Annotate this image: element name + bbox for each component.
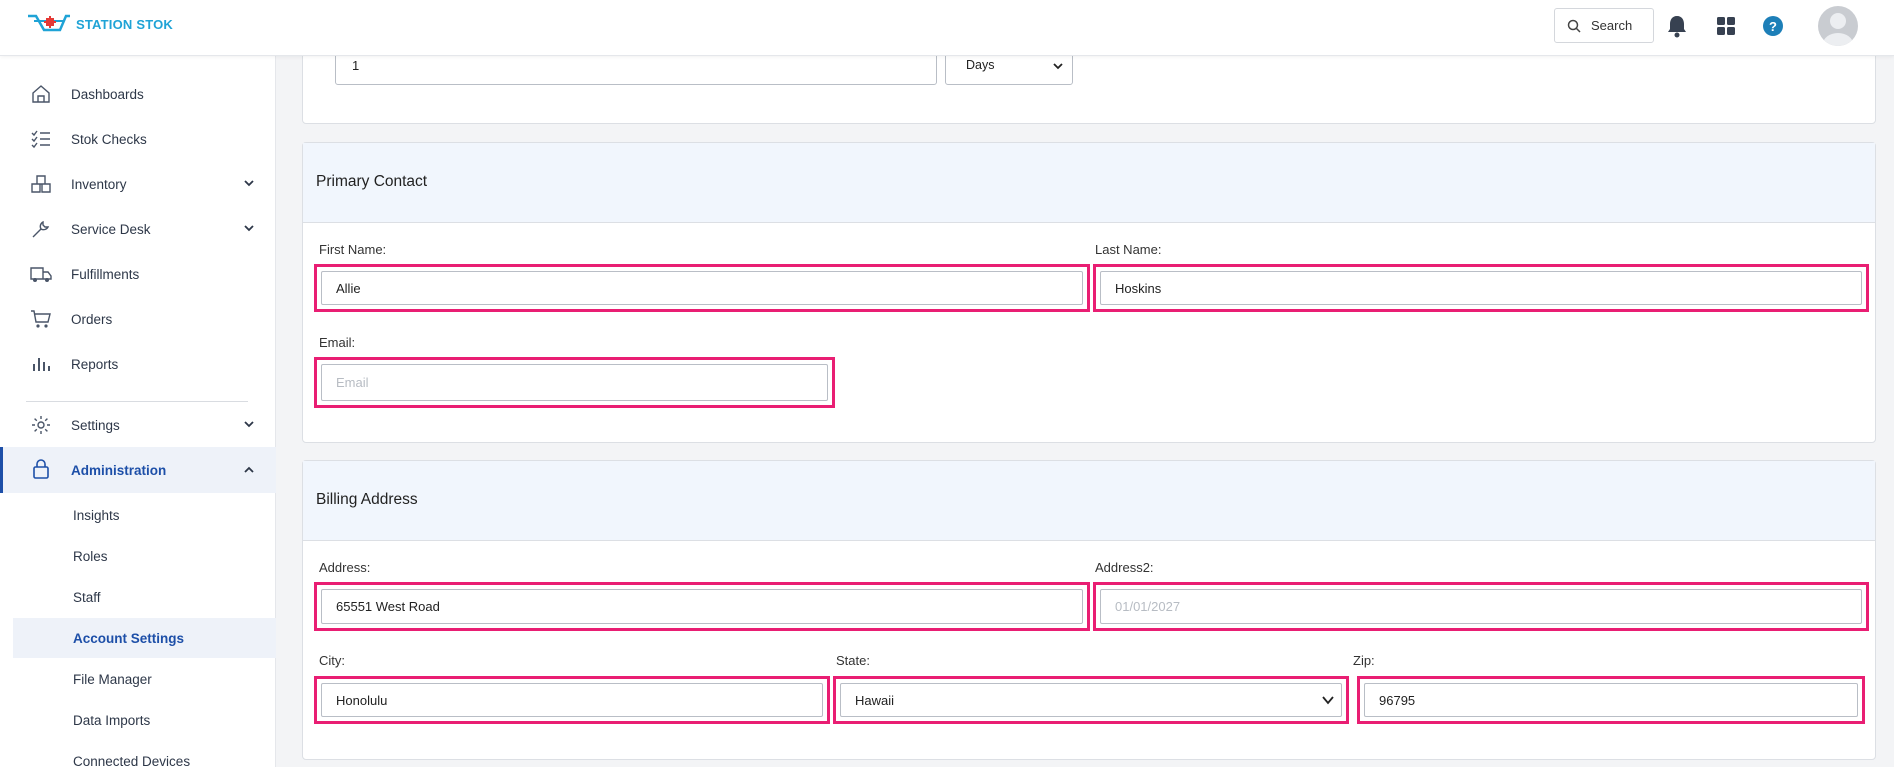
apps-grid-icon[interactable] — [1716, 16, 1736, 36]
state-label: State: — [836, 653, 870, 668]
city-input[interactable]: Honolulu — [321, 683, 823, 717]
search-button[interactable]: Search — [1554, 8, 1654, 43]
lock-icon — [33, 459, 49, 479]
address-label: Address: — [319, 560, 371, 575]
sidebar: Dashboards Stok Checks Inventory Service… — [0, 56, 276, 767]
bell-icon[interactable] — [1666, 14, 1688, 38]
email-label: Email: — [319, 335, 356, 350]
sidebar-item-orders[interactable]: Orders — [0, 299, 276, 339]
sidebar-subitem-label: File Manager — [73, 671, 152, 687]
state-highlight: Hawaii — [833, 676, 1349, 724]
sidebar-subitem-data-imports[interactable]: Data Imports — [13, 700, 276, 740]
card-title: Primary Contact — [316, 173, 428, 190]
svg-text:?: ? — [1769, 19, 1777, 34]
address2-input[interactable]: 01/01/2027 — [1100, 589, 1862, 624]
duration-unit-value: Days — [966, 58, 995, 72]
search-icon — [1567, 19, 1581, 33]
last-name-input[interactable]: Hoskins — [1100, 271, 1862, 305]
primary-contact-card: Primary Contact First Name: Allie Last N… — [302, 142, 1876, 443]
sidebar-subitem-label: Connected Devices — [73, 753, 191, 767]
first-name-label: First Name: — [319, 242, 387, 257]
truck-icon — [30, 267, 52, 282]
address-input[interactable]: 65551 West Road — [321, 589, 1083, 624]
boxes-icon — [31, 175, 51, 193]
sidebar-item-reports[interactable]: Reports — [0, 344, 276, 384]
sidebar-item-label: Stok Checks — [71, 131, 147, 147]
last-name-highlight: Hoskins — [1093, 264, 1869, 312]
billing-address-card: Billing Address Address: 65551 West Road… — [302, 460, 1876, 760]
station-stok-logo[interactable]: STATION STOK — [26, 13, 173, 35]
sidebar-item-label: Reports — [71, 356, 119, 372]
sidebar-item-label: Orders — [71, 311, 113, 327]
sidebar-subitem-label: Staff — [73, 589, 101, 605]
sidebar-subitem-insights[interactable]: Insights — [13, 495, 276, 535]
sidebar-subitem-account-settings[interactable]: Account Settings — [13, 618, 276, 658]
gear-icon — [32, 416, 50, 434]
sidebar-item-service-desk[interactable]: Service Desk — [0, 209, 276, 249]
sidebar-item-label: Settings — [71, 417, 120, 433]
sidebar-subitem-connected-devices[interactable]: Connected Devices — [13, 741, 276, 767]
sidebar-item-administration[interactable]: Administration — [0, 447, 276, 493]
city-highlight: Honolulu — [314, 676, 830, 724]
help-icon[interactable]: ? — [1763, 16, 1783, 36]
sidebar-subitem-label: Account Settings — [73, 630, 185, 646]
sidebar-item-label: Administration — [71, 462, 167, 478]
card-header: Billing Address — [303, 461, 1875, 541]
sidebar-item-label: Dashboards — [71, 86, 144, 102]
card-title: Billing Address — [316, 491, 418, 508]
user-avatar[interactable] — [1818, 6, 1858, 46]
last-name-label: Last Name: — [1095, 242, 1162, 257]
cart-icon — [31, 310, 51, 328]
sidebar-subitem-label: Data Imports — [73, 712, 151, 728]
sidebar-item-settings[interactable]: Settings — [0, 405, 276, 445]
email-input[interactable]: Email — [321, 364, 828, 401]
address-highlight: 65551 West Road — [314, 582, 1090, 631]
first-name-input[interactable]: Allie — [321, 271, 1083, 305]
sidebar-subitem-label: Roles — [73, 548, 108, 564]
chevron-up-icon — [244, 466, 254, 473]
search-label: Search — [1591, 18, 1633, 33]
zip-highlight: 96795 — [1357, 676, 1865, 724]
chevron-down-icon — [1053, 63, 1063, 70]
sidebar-item-label: Fulfillments — [71, 266, 140, 282]
sidebar-item-label: Inventory — [71, 176, 127, 192]
sidebar-item-stok-checks[interactable]: Stok Checks — [0, 119, 276, 159]
user-icon — [1823, 13, 1853, 46]
zip-label: Zip: — [1353, 653, 1375, 668]
checklist-icon — [31, 130, 50, 149]
chevron-down-icon — [244, 421, 254, 428]
sidebar-item-label: Service Desk — [71, 221, 151, 237]
home-icon — [32, 85, 50, 103]
state-select[interactable]: Hawaii — [840, 683, 1342, 717]
top-bar: STATION STOK Search ? — [0, 0, 1894, 56]
first-name-highlight: Allie — [314, 264, 1090, 312]
brand-name: STATION STOK — [76, 16, 174, 32]
address2-label: Address2: — [1095, 560, 1154, 575]
active-indicator — [0, 447, 3, 493]
chevron-down-icon — [244, 225, 254, 232]
sidebar-item-fulfillments[interactable]: Fulfillments — [0, 254, 276, 294]
chevron-down-icon — [1322, 696, 1334, 705]
sidebar-subitem-label: Insights — [73, 507, 120, 523]
address2-highlight: 01/01/2027 — [1093, 582, 1869, 631]
sidebar-subitem-file-manager[interactable]: File Manager — [13, 659, 276, 699]
logo-icon — [28, 14, 70, 32]
bar-chart-icon — [33, 358, 50, 371]
sidebar-subitem-roles[interactable]: Roles — [13, 536, 276, 576]
email-highlight: Email — [314, 357, 835, 408]
sidebar-divider — [26, 401, 248, 402]
state-select-value: Hawaii — [855, 692, 895, 708]
sidebar-item-dashboards[interactable]: Dashboards — [0, 74, 276, 114]
zip-input[interactable]: 96795 — [1364, 683, 1858, 717]
sidebar-item-inventory[interactable]: Inventory — [0, 164, 276, 204]
wrench-icon — [32, 220, 50, 238]
sidebar-subitem-staff[interactable]: Staff — [13, 577, 276, 617]
chevron-down-icon — [244, 180, 254, 187]
city-label: City: — [319, 653, 345, 668]
card-header: Primary Contact — [303, 143, 1875, 223]
